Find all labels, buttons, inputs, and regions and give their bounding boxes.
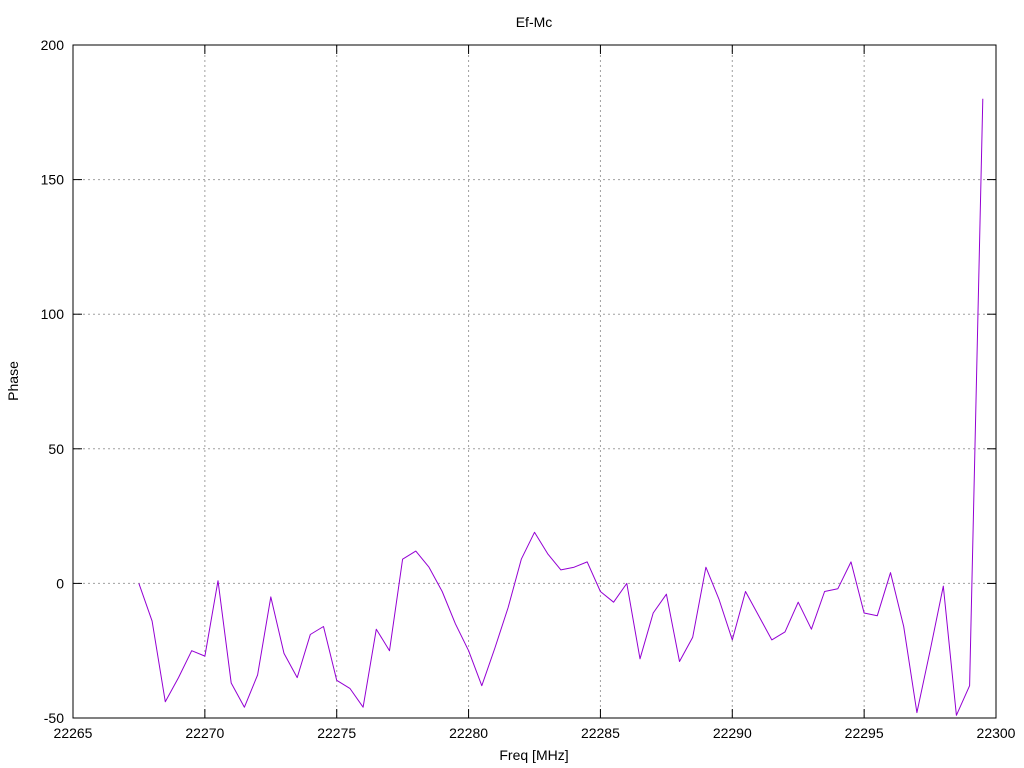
y-tick-label: 50	[48, 441, 64, 457]
y-tick-label: 200	[41, 37, 65, 53]
x-tick-labels: 22265 22270 22275 22280 22285 22290 22295 22300	[54, 725, 1016, 741]
x-tick-label: 22280	[449, 725, 488, 741]
x-tick-label: 22300	[977, 725, 1016, 741]
series-group	[138, 98, 984, 716]
x-tick-label: 22290	[713, 725, 752, 741]
x-tick-label: 22275	[317, 725, 356, 741]
y-tick-label: 150	[41, 172, 65, 188]
x-tick-label: 22285	[581, 725, 620, 741]
x-tick-label: 22270	[185, 725, 224, 741]
y-tick-labels: -50 0 50 100 150 200	[41, 37, 65, 726]
phase-series-line	[138, 98, 984, 716]
x-axis-label: Freq [MHz]	[499, 747, 568, 763]
phase-chart: Ef-Mc 22265 22270 22275 22280 22285 22290 2229…	[5, 14, 1016, 763]
y-axis-label: Phase	[5, 361, 21, 401]
chart-title: Ef-Mc	[516, 14, 553, 30]
y-tick-label: 0	[56, 575, 64, 591]
x-tick-label: 22265	[54, 725, 93, 741]
y-tick-label: 100	[41, 306, 65, 322]
y-tick-label: -50	[44, 710, 64, 726]
x-tick-label: 22295	[845, 725, 884, 741]
